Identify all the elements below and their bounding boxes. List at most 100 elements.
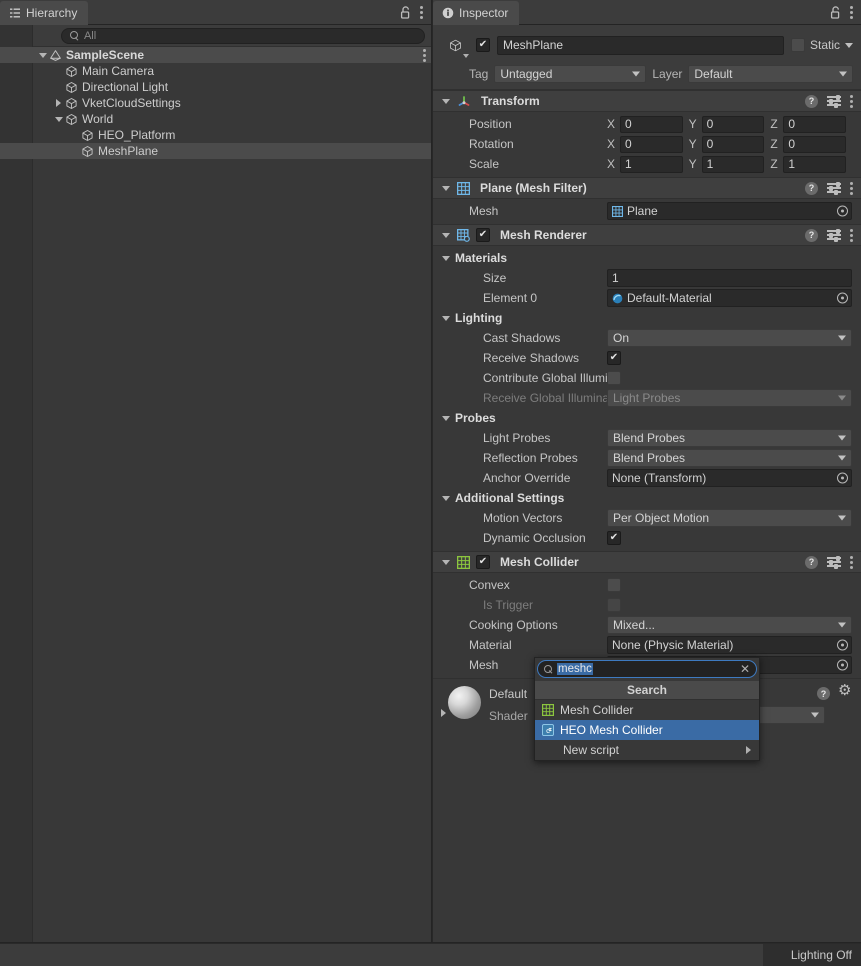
component-header-mesh-renderer[interactable]: Mesh Renderer ?	[433, 224, 861, 246]
anchor-override-object-field[interactable]: None (Transform)	[607, 469, 852, 487]
materials-size-input[interactable]: 1	[607, 269, 852, 287]
help-icon[interactable]: ?	[817, 687, 830, 700]
hierarchy-item-vketcloudsettings[interactable]: VketCloudSettings	[0, 95, 431, 111]
position-y-input[interactable]: 0	[701, 115, 765, 133]
lock-icon[interactable]	[400, 5, 411, 19]
hierarchy-search-input[interactable]: All	[60, 27, 425, 44]
search-result-heo-mesh-collider[interactable]: c HEO Mesh Collider	[535, 720, 759, 740]
collapse-triangle-icon[interactable]	[442, 559, 450, 565]
component-header-mesh-collider[interactable]: Mesh Collider ?	[433, 551, 861, 573]
preset-icon[interactable]	[827, 555, 841, 569]
rotation-z-input[interactable]: 0	[783, 135, 847, 153]
hierarchy-item-world[interactable]: World	[0, 111, 431, 127]
rotation-x-input[interactable]: 0	[620, 135, 683, 153]
kebab-menu-icon[interactable]	[420, 5, 423, 19]
kebab-menu-icon[interactable]	[850, 228, 853, 242]
receive-shadows-checkbox[interactable]	[607, 351, 621, 365]
hierarchy-item-samplescene[interactable]: SampleScene	[0, 47, 431, 63]
layer-dropdown[interactable]: Default	[688, 65, 853, 83]
static-toggle[interactable]: Static	[790, 38, 853, 52]
hierarchy-item-main-camera[interactable]: Main Camera	[0, 63, 431, 79]
collapse-triangle-icon[interactable]	[442, 232, 450, 238]
property-label: Cooking Options	[469, 618, 558, 632]
position-x-input[interactable]: 0	[620, 115, 683, 133]
mesh-collider-enabled-checkbox[interactable]	[476, 555, 490, 569]
hierarchy-item-directional-light[interactable]: Directional Light	[0, 79, 431, 95]
kebab-menu-icon[interactable]	[850, 555, 853, 569]
collapse-triangle-icon[interactable]	[442, 495, 450, 501]
dynamic-occlusion-checkbox[interactable]	[607, 531, 621, 545]
collapse-triangle-icon[interactable]	[442, 98, 450, 104]
scale-x-input[interactable]: 1	[620, 155, 683, 173]
section-materials[interactable]: Materials	[433, 248, 861, 268]
kebab-menu-icon[interactable]	[850, 181, 853, 195]
kebab-menu-icon[interactable]	[850, 94, 853, 108]
preset-icon[interactable]	[827, 94, 841, 108]
preset-icon[interactable]	[827, 228, 841, 242]
lock-icon[interactable]	[830, 5, 841, 19]
collapse-triangle-icon[interactable]	[442, 255, 450, 261]
preset-icon[interactable]	[827, 181, 841, 195]
section-probes[interactable]: Probes	[433, 408, 861, 428]
rotation-y-input[interactable]: 0	[701, 135, 765, 153]
component-search-input[interactable]: meshc ✕	[537, 660, 757, 678]
object-picker-icon[interactable]	[837, 472, 848, 484]
hierarchy-item-heo-platform[interactable]: HEO_Platform	[0, 127, 431, 143]
component-header-transform[interactable]: Transform ?	[433, 90, 861, 112]
hierarchy-item-meshplane[interactable]: MeshPlane	[0, 143, 431, 159]
property-label: Reflection Probes	[483, 451, 578, 465]
chevron-down-icon	[838, 622, 846, 628]
chevron-down-icon[interactable]	[463, 54, 469, 58]
section-additional-settings[interactable]: Additional Settings	[433, 488, 861, 508]
expand-triangle-icon[interactable]	[52, 99, 65, 107]
tab-inspector[interactable]: Inspector	[433, 1, 520, 25]
element0-object-field[interactable]: Default-Material	[607, 289, 852, 307]
section-lighting[interactable]: Lighting	[433, 308, 861, 328]
object-picker-icon[interactable]	[837, 659, 848, 671]
cast-shadows-dropdown[interactable]: On	[607, 329, 852, 347]
object-picker-icon[interactable]	[837, 205, 848, 217]
position-z-input[interactable]: 0	[783, 115, 847, 133]
collapse-triangle-icon[interactable]	[442, 315, 450, 321]
motion-vectors-dropdown[interactable]: Per Object Motion	[607, 509, 852, 527]
kebab-menu-icon[interactable]	[850, 5, 853, 19]
cast-shadows-value: On	[613, 331, 630, 345]
help-icon[interactable]: ?	[805, 555, 818, 569]
convex-checkbox[interactable]	[607, 578, 621, 592]
search-result-new-script[interactable]: New script	[535, 740, 759, 760]
component-search-results: Mesh Collider c HEO Mesh Collider New scr…	[535, 700, 759, 760]
collapse-triangle-icon[interactable]	[442, 415, 450, 421]
scale-z-input[interactable]: 1	[783, 155, 847, 173]
cooking-options-dropdown[interactable]: Mixed...	[607, 616, 852, 634]
mesh-renderer-enabled-checkbox[interactable]	[476, 228, 490, 242]
property-row-size: Size 1	[433, 268, 861, 288]
reflection-probes-dropdown[interactable]: Blend Probes	[607, 449, 852, 467]
axis-label-z: Z	[770, 137, 778, 151]
component-header-mesh-filter[interactable]: Plane (Mesh Filter) ?	[433, 177, 861, 199]
tab-hierarchy[interactable]: Hierarchy	[0, 1, 89, 25]
help-icon[interactable]: ?	[805, 228, 818, 242]
contribute-gi-checkbox[interactable]	[607, 371, 621, 385]
collapse-triangle-icon[interactable]	[442, 185, 450, 191]
object-picker-icon[interactable]	[837, 639, 848, 651]
expand-triangle-icon[interactable]	[36, 52, 49, 58]
collapse-triangle-icon[interactable]	[441, 709, 446, 717]
light-probes-dropdown[interactable]: Blend Probes	[607, 429, 852, 447]
gear-icon[interactable]	[838, 683, 852, 700]
chevron-down-icon[interactable]	[845, 42, 853, 48]
collider-material-object-field[interactable]: None (Physic Material)	[607, 636, 852, 654]
close-icon[interactable]: ✕	[740, 663, 750, 675]
static-checkbox[interactable]	[790, 38, 805, 52]
gameobject-enabled-checkbox[interactable]	[476, 38, 490, 52]
help-icon[interactable]: ?	[805, 181, 818, 195]
gameobject-name-input[interactable]: MeshPlane	[497, 35, 784, 55]
scale-y-input[interactable]: 1	[701, 155, 765, 173]
search-result-mesh-collider[interactable]: Mesh Collider	[535, 700, 759, 720]
expand-triangle-icon[interactable]	[52, 116, 65, 122]
object-picker-icon[interactable]	[837, 292, 848, 304]
mesh-object-field[interactable]: Plane	[607, 202, 852, 220]
axis-field-z: Z0	[770, 115, 852, 133]
tag-dropdown[interactable]: Untagged	[494, 65, 647, 83]
help-icon[interactable]: ?	[805, 94, 818, 108]
anchor-override-value: None (Transform)	[612, 471, 707, 485]
